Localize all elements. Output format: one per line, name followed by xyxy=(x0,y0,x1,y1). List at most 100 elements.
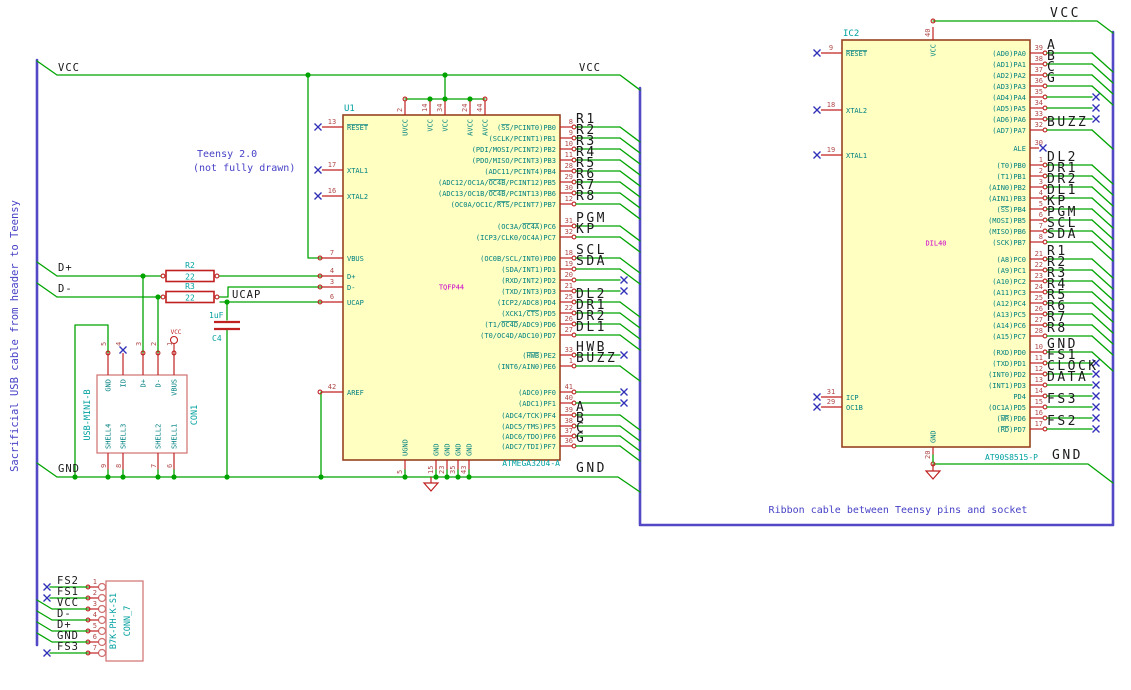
net-label: KP xyxy=(576,222,597,237)
pin-number: 3 xyxy=(93,600,97,608)
pin-number: 6 xyxy=(330,293,334,301)
pin-number: 2 xyxy=(150,342,158,346)
pin-name: SHELL4 xyxy=(105,424,113,449)
pin-number: 44 xyxy=(476,104,484,112)
pin-number: 10 xyxy=(1035,343,1043,351)
wire xyxy=(36,60,641,91)
pin-end-ring xyxy=(214,273,220,279)
pin-name: (PDI/MOSI/PCINT2)PB2 xyxy=(472,146,556,154)
pin-number: 32 xyxy=(1035,121,1043,129)
pin-name: (A8)PC0 xyxy=(996,256,1026,264)
pin-name: (ADC0)PF0 xyxy=(518,389,556,397)
pin-name: AVCC xyxy=(467,119,475,136)
pin-number: 36 xyxy=(1035,77,1043,85)
pin-name: SHELL2 xyxy=(155,424,163,449)
pin-number: 9 xyxy=(100,464,108,468)
junction-dot xyxy=(318,474,324,480)
pin-name: (INT1)PD3 xyxy=(988,382,1026,390)
pin-name: (OC0B/SCL/INT0)PD0 xyxy=(480,255,556,263)
bus-entry-wire xyxy=(1091,129,1114,150)
pin-name: (ADC7/TDI)PF7 xyxy=(501,443,556,451)
pin-name: VCC xyxy=(427,119,435,132)
pin-name: XTAL1 xyxy=(347,167,368,175)
u1-reference: U1 xyxy=(344,104,355,114)
pin-name: (AD4)PA4 xyxy=(992,94,1026,102)
pin-number: 23 xyxy=(438,466,446,474)
pin-number: 22 xyxy=(565,304,573,312)
pin-number: 38 xyxy=(565,417,573,425)
pin-name: (ADC11/PCINT4)PB4 xyxy=(484,168,556,176)
pin-number: 36 xyxy=(565,437,573,445)
pin-name: (PDO/MISO/PCINT3)PB3 xyxy=(472,157,556,165)
pin-number: 7 xyxy=(1039,222,1043,230)
pin-name: (T0/OC4D/ADC10)PD7 xyxy=(480,332,556,340)
pin-name: (OC3A/OC4A)PC6 xyxy=(497,223,556,231)
pin-number: 1 xyxy=(1039,156,1043,164)
pin-name: (T1/OC4D/ADC9)PD6 xyxy=(484,321,556,329)
pin-end-ring xyxy=(160,294,166,300)
pin-number: 41 xyxy=(565,383,573,391)
pin-name: D- xyxy=(347,284,355,292)
pin-name: (A15)PC7 xyxy=(992,333,1026,341)
pin-number: 8 xyxy=(569,118,573,126)
net-label: VCC xyxy=(58,62,80,74)
bus-entry-wire xyxy=(1091,291,1114,312)
pin-number: 38 xyxy=(1035,55,1043,63)
net-label: FS2 xyxy=(1047,414,1078,429)
pin-name: (RXD/INT2)PD2 xyxy=(501,277,556,285)
pin-name: GND xyxy=(105,379,113,392)
pin-number: 20 xyxy=(565,271,573,279)
pin-name: ICP xyxy=(846,394,859,402)
pin-number: 17 xyxy=(1035,420,1043,428)
junction-dot xyxy=(224,299,230,305)
pin-name: (TXD)PD1 xyxy=(992,360,1026,368)
net-label: SDA xyxy=(576,254,607,269)
pin-name: (A13)PC5 xyxy=(992,311,1026,319)
bus-entry-wire xyxy=(1091,269,1114,290)
net-label: BUZZ xyxy=(1047,115,1088,130)
pin-name: (ICP2/ADC8)PD4 xyxy=(497,299,556,307)
pin-number: 34 xyxy=(436,104,444,112)
pin-name: (ADC4/TCK)PF4 xyxy=(501,412,556,420)
conn7-pin-circle xyxy=(97,648,107,658)
pin-number: 33 xyxy=(1035,110,1043,118)
pin-number: 26 xyxy=(1035,305,1043,313)
pin-number: 1 xyxy=(166,342,174,346)
pin-name: GND xyxy=(930,430,938,443)
pin-name: (AD1)PA1 xyxy=(992,61,1026,69)
bus-entry-wire xyxy=(1091,52,1114,73)
pin-number: 33 xyxy=(565,346,573,354)
pin-number: 6 xyxy=(166,464,174,468)
bus-entry-wire xyxy=(1091,230,1114,251)
bus-entry-wire xyxy=(1091,335,1114,356)
pin-name: RESET xyxy=(846,50,868,58)
net-label: DATA xyxy=(1047,370,1088,385)
pin-number: 15 xyxy=(1035,398,1043,406)
net-label: SDA xyxy=(1047,227,1078,242)
r2-reference: R2 xyxy=(185,261,195,270)
bus-entry-wire xyxy=(1091,241,1114,262)
pin-number: 19 xyxy=(565,260,573,268)
pin-number: 2 xyxy=(396,108,404,112)
pin-name: (WR)PD6 xyxy=(996,415,1026,423)
pin-name: (ICP3/CLK0/OC4A)PC7 xyxy=(476,234,556,242)
bus-entry-wire xyxy=(1091,280,1114,301)
pin-name: AREF xyxy=(347,389,364,397)
pin-number: 19 xyxy=(827,146,835,154)
pin-number: 25 xyxy=(565,293,573,301)
gnd-power-symbol-icon xyxy=(924,470,942,480)
pin-name: (T1)PB1 xyxy=(996,173,1026,181)
pin-name: (AD3)PA3 xyxy=(992,83,1026,91)
pin-number: 24 xyxy=(1035,283,1043,291)
pin-name: VBUS xyxy=(171,379,179,396)
pin-number: 6 xyxy=(93,633,97,641)
pin-number: 30 xyxy=(565,184,573,192)
pin-name: D+ xyxy=(347,273,355,281)
u1-value: ATMEGA32U4-A xyxy=(502,459,560,468)
net-label: G xyxy=(1047,71,1057,86)
pin-number: 3 xyxy=(135,342,143,346)
ic2-reference: IC2 xyxy=(843,29,859,39)
net-label: VCC xyxy=(579,62,601,74)
pin-number: 12 xyxy=(1035,365,1043,373)
ic2-package: DIL40 xyxy=(925,240,946,248)
